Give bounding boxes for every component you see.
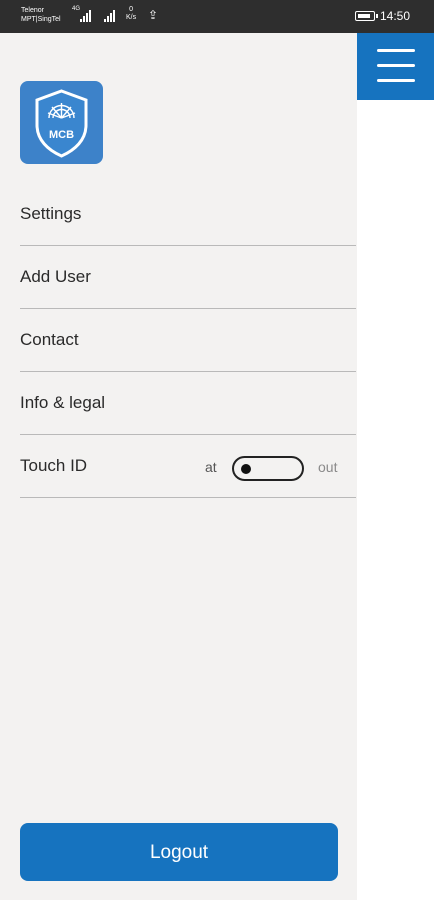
menu-item-label: Info & legal <box>20 393 106 412</box>
toggle-out-label: out <box>318 459 338 475</box>
menu-item-add-user[interactable]: Add User <box>20 246 356 309</box>
touch-id-label: Touch ID <box>20 456 88 475</box>
shield-icon: MCB <box>35 89 88 158</box>
menu-item-info-legal[interactable]: Info & legal <box>20 372 356 435</box>
logout-button[interactable]: Logout <box>20 823 338 881</box>
navigation-drawer: MCB Settings Add User Contact Info & leg… <box>0 33 357 900</box>
menu-item-label: Contact <box>20 330 79 349</box>
battery-icon <box>355 11 378 21</box>
menu-item-label: Add User <box>20 267 91 286</box>
toggle-at-label: at <box>205 459 217 475</box>
usb-icon: ⇪ <box>148 8 159 22</box>
touch-id-row: Touch ID at out <box>20 435 356 498</box>
status-bar: Telenor MPT|SingTel 4G 0 K/s ⇪ 14:50 <box>0 0 434 33</box>
carrier-line-1: Telenor <box>21 7 44 14</box>
network-speed: 0 K/s <box>126 6 137 21</box>
logo-text: MCB <box>49 129 74 141</box>
signal-icon <box>80 10 91 22</box>
toggle-knob[interactable] <box>241 464 251 474</box>
menu-item-contact[interactable]: Contact <box>20 309 356 372</box>
carrier-name: Telenor MPT|SingTel <box>21 6 61 24</box>
menu-item-settings[interactable]: Settings <box>20 183 356 246</box>
battery-level <box>358 14 370 18</box>
signal-icon-2 <box>104 10 115 22</box>
mcb-logo: MCB <box>20 81 103 164</box>
network-type-label: 4G <box>72 6 81 12</box>
status-time: 14:50 <box>380 9 411 23</box>
menu-item-label: Settings <box>20 204 82 223</box>
touch-id-toggle[interactable] <box>232 456 304 481</box>
menu-button[interactable] <box>357 33 434 100</box>
carrier-line-2: MPT|SingTel <box>21 16 61 23</box>
